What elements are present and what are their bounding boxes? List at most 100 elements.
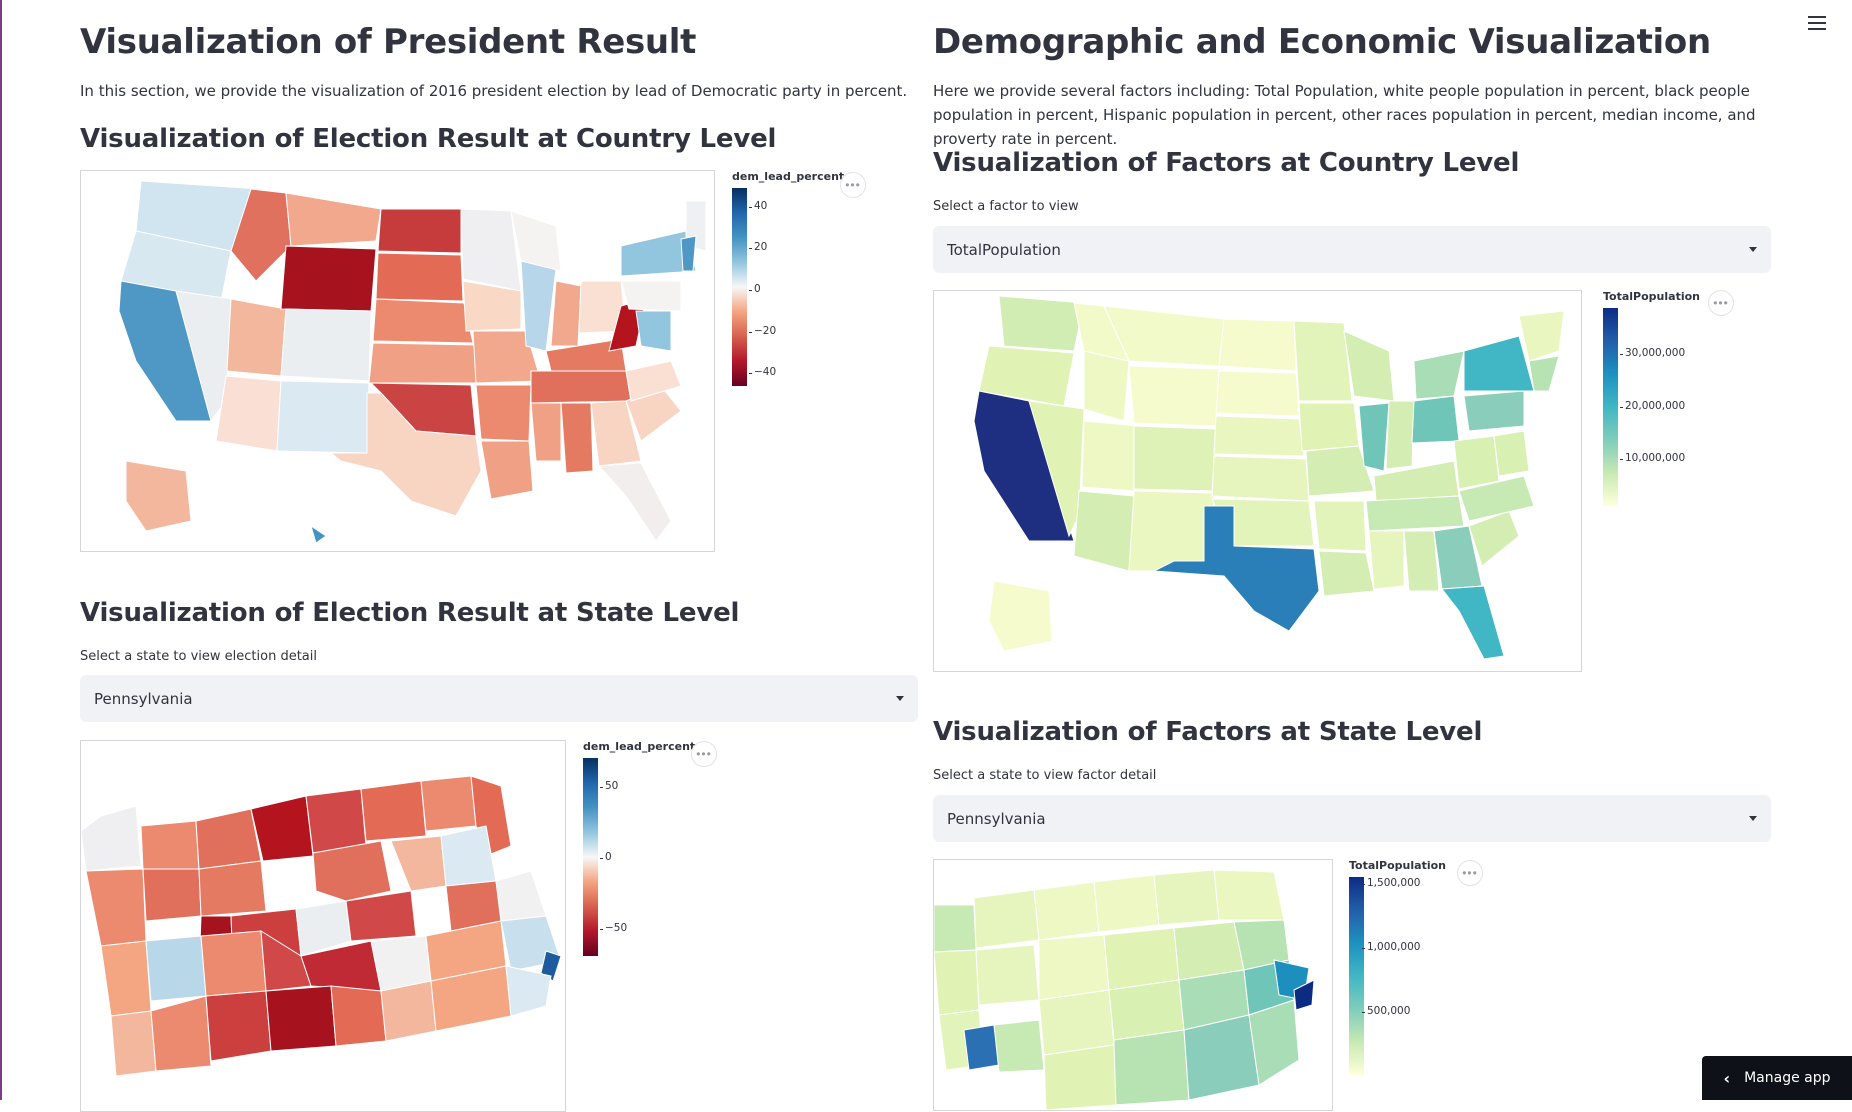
map-region[interactable] [1413, 350, 1465, 400]
us-election-map[interactable] [80, 170, 715, 552]
map-region[interactable] [1153, 869, 1220, 926]
map-region[interactable] [1133, 425, 1217, 492]
map-region[interactable] [1043, 1044, 1117, 1110]
map-region[interactable] [993, 1019, 1045, 1073]
manage-app-button[interactable]: ‹ Manage app [1702, 1056, 1852, 1100]
map-region[interactable] [1403, 530, 1440, 592]
map-region[interactable] [110, 1010, 157, 1077]
map-region[interactable] [1343, 330, 1395, 402]
map-region[interactable] [550, 280, 582, 347]
map-region[interactable] [1215, 370, 1300, 417]
map-region[interactable] [360, 780, 427, 842]
map-region[interactable] [368, 342, 480, 384]
map-region[interactable] [480, 440, 534, 500]
map-region[interactable] [460, 208, 522, 292]
map-region[interactable] [81, 805, 142, 872]
map-region[interactable] [420, 775, 477, 832]
map-region[interactable] [200, 930, 267, 997]
map-region[interactable] [1093, 874, 1160, 933]
map-region[interactable] [280, 245, 377, 312]
map-region[interactable] [1293, 320, 1353, 402]
map-region[interactable] [1213, 415, 1305, 457]
map-region[interactable] [1411, 395, 1460, 444]
map-region[interactable] [1183, 1014, 1260, 1101]
map-region[interactable] [998, 295, 1085, 352]
map-region[interactable] [125, 460, 192, 532]
map-region[interactable] [1081, 420, 1140, 492]
map-region[interactable] [205, 990, 272, 1062]
map-region[interactable] [1038, 934, 1110, 1001]
pa-election-map[interactable] [80, 740, 566, 1112]
map-region[interactable] [140, 820, 200, 872]
map-region[interactable] [934, 949, 980, 1016]
map-region[interactable] [1128, 490, 1215, 572]
map-region[interactable] [973, 889, 1040, 949]
map-region[interactable] [226, 298, 287, 377]
map-region[interactable] [495, 870, 547, 922]
map-region[interactable] [215, 375, 282, 452]
state-select[interactable]: Pennsylvania [933, 795, 1771, 842]
map-region[interactable] [475, 384, 532, 442]
map-region[interactable] [276, 380, 370, 454]
map-region[interactable] [377, 208, 462, 254]
map-region[interactable] [934, 904, 977, 953]
map-region[interactable] [142, 868, 202, 922]
map-region[interactable] [1385, 400, 1415, 470]
map-region[interactable] [330, 985, 387, 1047]
factor-select[interactable]: TotalPopulation [933, 226, 1771, 273]
map-region[interactable] [1318, 550, 1375, 597]
map-region[interactable] [1213, 869, 1285, 921]
map-region[interactable] [1073, 490, 1135, 572]
map-region[interactable] [1218, 318, 1297, 372]
hamburger-menu-icon[interactable] [1808, 16, 1826, 32]
map-region[interactable] [530, 370, 632, 404]
map-region[interactable] [988, 580, 1053, 652]
map-region[interactable] [530, 402, 562, 462]
state-select[interactable]: Pennsylvania [80, 675, 918, 722]
map-region[interactable] [310, 524, 327, 544]
map-region[interactable] [390, 835, 447, 892]
map-region[interactable] [1033, 881, 1100, 941]
map-region[interactable] [440, 825, 497, 887]
map-region[interactable] [150, 995, 212, 1072]
map-region[interactable] [1103, 927, 1180, 991]
map-region[interactable] [520, 260, 557, 352]
map-region[interactable] [198, 860, 267, 917]
map-region[interactable] [1528, 355, 1560, 392]
map-region[interactable] [1518, 310, 1565, 362]
map-region[interactable] [1113, 1029, 1190, 1106]
map-region[interactable] [285, 192, 382, 247]
map-region[interactable] [510, 210, 562, 272]
map-region[interactable] [680, 235, 697, 272]
map-region[interactable] [1313, 500, 1367, 552]
more-options-icon[interactable]: ••• [1708, 290, 1734, 316]
map-region[interactable] [1298, 402, 1360, 452]
map-region[interactable] [1128, 365, 1220, 427]
map-region[interactable] [1368, 530, 1405, 590]
map-region[interactable] [250, 795, 314, 862]
map-region[interactable] [1083, 350, 1130, 422]
more-options-icon[interactable]: ••• [840, 172, 866, 198]
map-region[interactable] [963, 1024, 1000, 1071]
map-region[interactable] [1211, 455, 1310, 502]
map-region[interactable] [1463, 335, 1535, 392]
map-region[interactable] [145, 935, 207, 1002]
map-region[interactable] [635, 310, 672, 352]
map-region[interactable] [195, 808, 262, 870]
pa-population-map[interactable] [933, 859, 1333, 1111]
map-region[interactable] [85, 868, 147, 947]
map-region[interactable] [560, 402, 594, 474]
map-region[interactable] [265, 985, 337, 1052]
map-region[interactable] [305, 788, 367, 854]
map-region[interactable] [597, 462, 672, 542]
map-region[interactable] [1453, 435, 1500, 490]
map-region[interactable] [375, 252, 464, 302]
more-options-icon[interactable]: ••• [691, 741, 717, 767]
map-region[interactable] [1365, 495, 1465, 532]
more-options-icon[interactable]: ••• [1457, 860, 1483, 886]
map-region[interactable] [280, 308, 372, 382]
map-region[interactable] [1108, 979, 1185, 1041]
map-region[interactable] [100, 940, 152, 1017]
map-region[interactable] [372, 298, 474, 344]
map-region[interactable] [1358, 402, 1390, 472]
